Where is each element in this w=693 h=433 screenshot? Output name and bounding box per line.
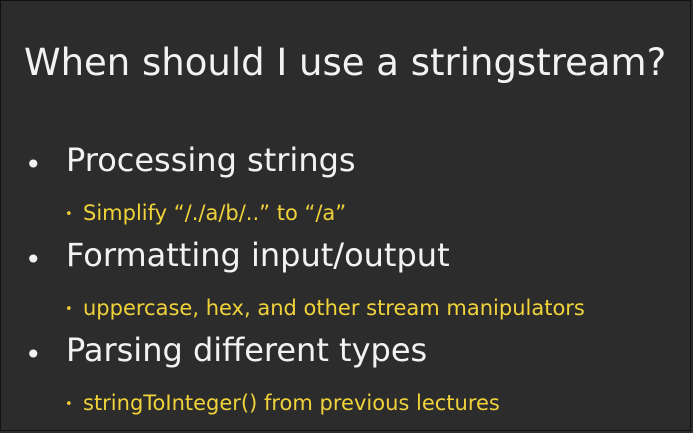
bullet-text: Processing strings (66, 141, 356, 179)
bullet-dot-icon: • (25, 148, 42, 181)
sub-bullet: • Simplify “/./a/b/..” to “/a” (65, 201, 346, 225)
bullet-text: Parsing different types (66, 331, 428, 369)
bullet-dot-icon: • (25, 243, 42, 276)
sub-bullet-dot-icon: • (65, 396, 73, 412)
sub-bullet-text: uppercase, hex, and other stream manipul… (83, 296, 585, 320)
sub-bullet-text: Simplify “/./a/b/..” to “/a” (83, 201, 347, 225)
bullet-text: Formatting input/output (66, 236, 450, 274)
bullet-dot-icon: • (25, 338, 42, 371)
sub-bullet: • uppercase, hex, and other stream manipu… (65, 296, 585, 320)
slide-title: When should I use a stringstream? (24, 41, 667, 84)
bullet-item-formatting-io: • Formatting input/output • uppercase, he… (1, 236, 690, 331)
bullet-item-parsing-types: • Parsing different types • stringToInteg… (1, 331, 690, 426)
sub-bullet-dot-icon: • (65, 206, 73, 222)
sub-bullet: • stringToInteger() from previous lecture… (65, 391, 500, 415)
sub-bullet-dot-icon: • (65, 301, 73, 317)
sub-bullet-text: stringToInteger() from previous lectures (83, 391, 500, 415)
bullet-item-processing-strings: • Processing strings • Simplify “/./a/b/.… (1, 141, 690, 236)
bullet-list: • Processing strings • Simplify “/./a/b/.… (1, 141, 690, 426)
presentation-slide: When should I use a stringstream? • Proc… (0, 0, 691, 431)
